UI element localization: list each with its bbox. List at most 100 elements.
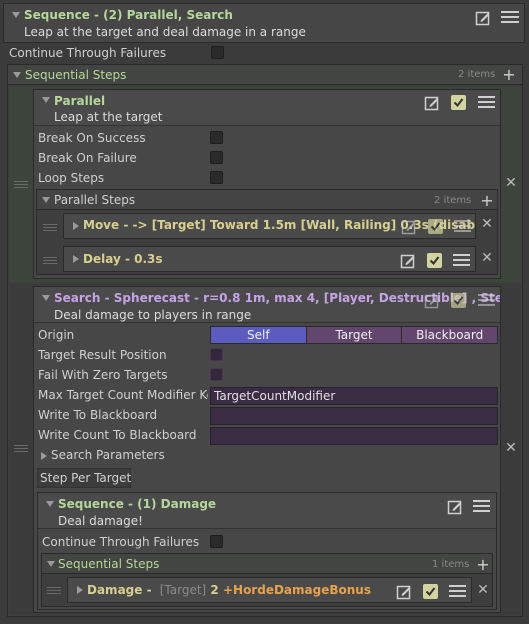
- search-description: Deal damage to players in range: [54, 308, 252, 322]
- write-count-label: Write Count To Blackboard: [38, 428, 197, 442]
- check-icon: [453, 98, 464, 108]
- search-edit-icon[interactable]: [423, 292, 441, 310]
- move-foldout-arrow[interactable]: [73, 222, 79, 230]
- parallel-edit-icon[interactable]: [423, 94, 441, 112]
- fail-zero-checkbox[interactable]: [210, 368, 223, 381]
- origin-option-blackboard[interactable]: Blackboard: [402, 327, 498, 343]
- search-drag-handle[interactable]: [14, 443, 28, 454]
- move-remove-button[interactable]: ✕: [480, 216, 494, 232]
- move-edit-icon[interactable]: [400, 218, 418, 236]
- damage-title[interactable]: Damage - [Target] 2 +HordeDamageBonus: [87, 583, 371, 597]
- inner-sequence-edit-icon[interactable]: [446, 498, 464, 516]
- origin-option-target[interactable]: Target: [306, 327, 403, 343]
- parallel-loop-label: Loop Steps: [38, 171, 105, 185]
- parallel-drag-handle[interactable]: [14, 179, 28, 190]
- edit-icon: [400, 254, 415, 269]
- inner-steps-count: 1 items: [432, 559, 470, 570]
- damage-remove-button[interactable]: ✕: [476, 582, 490, 598]
- delay-title[interactable]: Delay - 0.3s: [83, 252, 163, 266]
- parallel-break-success-checkbox[interactable]: [210, 131, 223, 144]
- delay-card: Delay - 0.3s: [63, 246, 476, 272]
- damage-target: [Target]: [159, 583, 207, 597]
- search-foldout-arrow[interactable]: [42, 295, 50, 301]
- parallel-title[interactable]: Parallel: [54, 94, 105, 108]
- damage-enabled-checkbox[interactable]: [423, 584, 438, 599]
- damage-card: Damage - [Target] 2 +HordeDamageBonus: [67, 577, 472, 603]
- parallel-foldout-arrow[interactable]: [42, 97, 50, 103]
- origin-option-self[interactable]: Self: [211, 327, 307, 343]
- check-icon: [429, 256, 440, 266]
- damage-prefix: Damage -: [87, 583, 152, 597]
- parallel-steps-count: 2 items: [434, 195, 472, 206]
- top-continue-label: Continue Through Failures: [9, 46, 167, 60]
- move-drag-handle[interactable]: [43, 222, 57, 233]
- inner-steps-foldout-arrow[interactable]: [47, 561, 55, 567]
- parallel-enabled-checkbox[interactable]: [451, 95, 466, 110]
- search-params-label[interactable]: Search Parameters: [51, 448, 165, 462]
- damage-drag-handle[interactable]: [47, 585, 61, 596]
- parallel-menu-icon[interactable]: [478, 93, 495, 111]
- search-enabled-checkbox[interactable]: [451, 293, 466, 308]
- search-remove-button[interactable]: ✕: [504, 440, 518, 456]
- inner-continue-checkbox[interactable]: [210, 535, 223, 548]
- parallel-break-failure-checkbox[interactable]: [210, 151, 223, 164]
- top-foldout-arrow[interactable]: [12, 12, 20, 18]
- move-enabled-checkbox[interactable]: [428, 219, 443, 234]
- parallel-remove-button[interactable]: ✕: [504, 175, 518, 191]
- max-modifier-field[interactable]: TargetCountModifier: [210, 387, 498, 405]
- edit-icon: [475, 11, 490, 26]
- damage-edit-icon[interactable]: [395, 583, 413, 601]
- parallel-break-success-label: Break On Success: [38, 131, 146, 145]
- delay-edit-icon[interactable]: [399, 252, 417, 270]
- parallel-steps-label[interactable]: Parallel Steps: [54, 193, 135, 207]
- delay-menu-icon[interactable]: [453, 251, 470, 269]
- check-icon: [453, 296, 464, 306]
- top-continue-checkbox[interactable]: [211, 46, 224, 59]
- delay-enabled-checkbox[interactable]: [427, 253, 442, 268]
- edit-icon: [447, 500, 462, 515]
- delay-foldout-arrow[interactable]: [73, 255, 79, 263]
- delay-remove-button[interactable]: ✕: [480, 250, 494, 266]
- step-per-target-label: Step Per Target: [40, 471, 132, 485]
- top-steps-label[interactable]: Sequential Steps: [25, 68, 126, 82]
- check-icon: [430, 222, 441, 232]
- inner-sequence-foldout-arrow[interactable]: [46, 501, 54, 507]
- parallel-loop-checkbox[interactable]: [210, 171, 223, 184]
- top-steps-count: 2 items: [458, 69, 496, 80]
- inner-steps-label[interactable]: Sequential Steps: [58, 557, 159, 571]
- top-steps-add-button[interactable]: +: [501, 65, 517, 84]
- inner-sequence-menu-icon[interactable]: [473, 497, 490, 515]
- top-edit-icon[interactable]: [474, 9, 492, 27]
- max-modifier-label: Max Target Count Modifier Key: [38, 388, 208, 402]
- move-menu-icon[interactable]: [454, 217, 471, 235]
- inner-sequence-description: Deal damage!: [58, 514, 143, 528]
- fail-zero-label: Fail With Zero Targets: [38, 368, 168, 382]
- target-result-checkbox[interactable]: [210, 348, 223, 361]
- edit-icon: [424, 96, 439, 111]
- damage-amount: 2: [210, 583, 219, 597]
- inner-steps-add-button[interactable]: +: [475, 555, 491, 574]
- inner-sequence-title[interactable]: Sequence - (1) Damage: [58, 497, 216, 511]
- origin-label: Origin: [38, 328, 75, 342]
- write-blackboard-label: Write To Blackboard: [38, 408, 158, 422]
- top-sequence-description: Leap at the target and deal damage in a …: [24, 25, 306, 39]
- top-menu-icon[interactable]: [501, 8, 519, 26]
- write-count-field[interactable]: [210, 427, 498, 445]
- damage-menu-icon[interactable]: [449, 582, 466, 600]
- damage-foldout-arrow[interactable]: [77, 586, 83, 594]
- edit-icon: [424, 294, 439, 309]
- origin-selector: Self Target Blackboard: [210, 326, 498, 344]
- parallel-steps-add-button[interactable]: +: [479, 191, 495, 210]
- write-blackboard-field[interactable]: [210, 407, 498, 425]
- parallel-description: Leap at the target: [54, 110, 163, 124]
- target-result-label: Target Result Position: [38, 348, 167, 362]
- parallel-steps-foldout-arrow[interactable]: [42, 197, 50, 203]
- edit-icon: [401, 220, 416, 235]
- search-menu-icon[interactable]: [478, 291, 495, 309]
- top-steps-foldout-arrow[interactable]: [13, 72, 21, 78]
- parallel-break-failure-label: Break On Failure: [38, 151, 137, 165]
- move-card: Move - -> [Target] Toward 1.5m [Wall, Ra…: [63, 213, 476, 239]
- search-params-foldout-arrow[interactable]: [41, 452, 47, 460]
- delay-drag-handle[interactable]: [43, 255, 57, 266]
- top-sequence-title[interactable]: Sequence - (2) Parallel, Search: [24, 8, 233, 22]
